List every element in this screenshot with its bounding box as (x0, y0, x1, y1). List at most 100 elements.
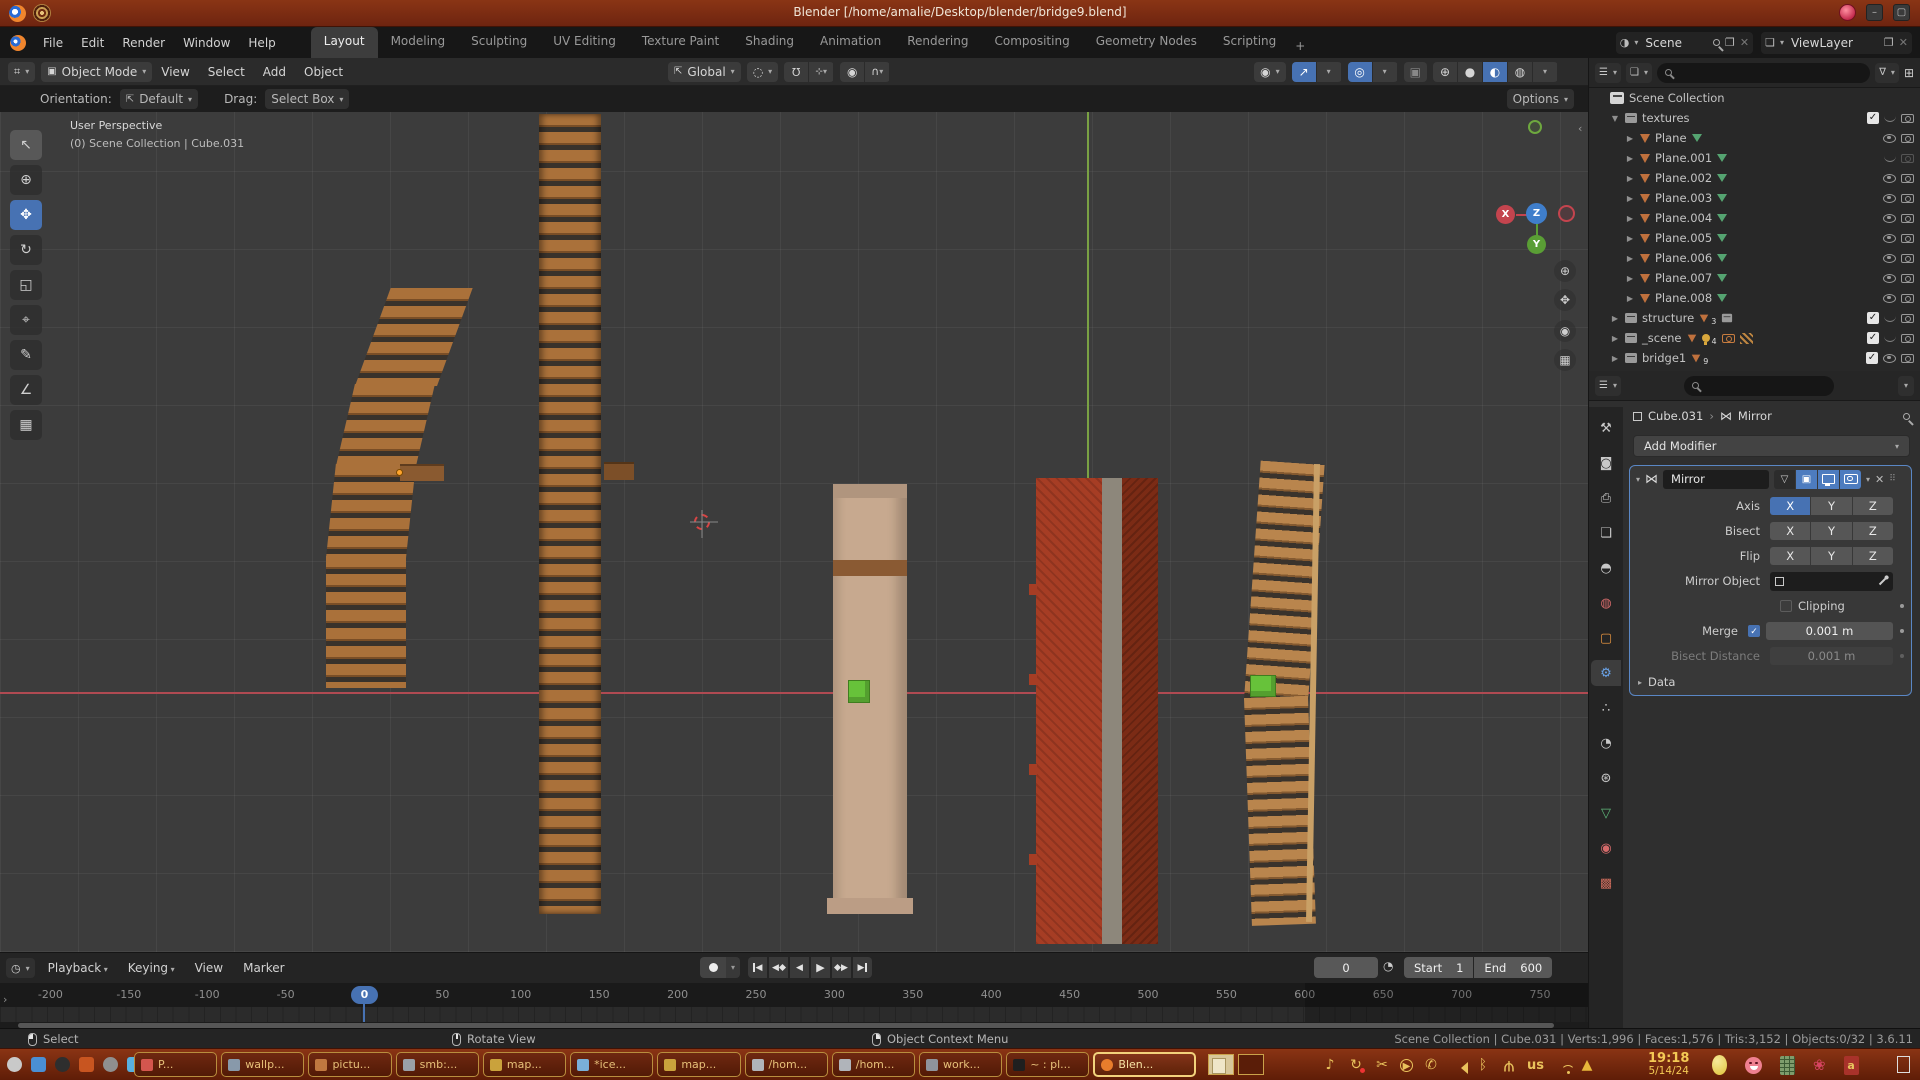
outliner-search-input[interactable] (1657, 63, 1870, 83)
toggle-render[interactable] (1840, 470, 1861, 489)
new-viewlayer-icon[interactable]: ❐ (1884, 36, 1894, 49)
outliner-row-scene-collection[interactable]: Scene Collection (1589, 88, 1920, 108)
options-dropdown[interactable]: Options ▾ (1507, 89, 1574, 109)
flip-z-button[interactable]: Z (1853, 547, 1893, 565)
selected-cube-marker-1[interactable] (848, 680, 870, 703)
shading-wireframe-button[interactable]: ⊕ (1433, 62, 1457, 82)
outliner-scene-dropdown[interactable]: ❏▾ (1626, 63, 1652, 83)
toggle-on-cage[interactable]: ▽ (1774, 470, 1795, 489)
taskbar-window-map[interactable]: map... (657, 1052, 740, 1077)
render-visibility-off-icon[interactable] (1901, 154, 1914, 163)
gizmo-axis-neg-y[interactable] (1528, 120, 1542, 134)
animate-dot[interactable] (1900, 629, 1904, 633)
show-gizmo-toggle[interactable]: ↗ (1292, 62, 1316, 82)
visibility-eye-closed-icon[interactable] (1884, 335, 1896, 342)
viewport-menu-object[interactable]: Object (295, 61, 352, 83)
outliner-filter-dropdown[interactable]: ∇▾ (1875, 63, 1899, 83)
properties-tab-object[interactable]: ▢ (1591, 625, 1621, 651)
render-visibility-icon[interactable] (1901, 254, 1914, 263)
viewlayer-selector[interactable]: ❏ ▾ ViewLayer ❐ ✕ (1761, 32, 1912, 54)
disclosure-right-icon[interactable]: ▶ (1625, 134, 1635, 143)
properties-tab-render[interactable]: ◙ (1591, 450, 1621, 476)
stopwatch-icon[interactable]: ◔ (1383, 959, 1393, 973)
visibility-eye-closed-icon[interactable] (1884, 315, 1896, 322)
xray-toggle[interactable]: ▣ (1404, 62, 1427, 82)
new-collection-button[interactable]: ⊞ (1904, 66, 1914, 80)
orientation-setting-dropdown[interactable]: ⇱ Default ▾ (120, 89, 198, 109)
add-workspace-button[interactable]: + (1289, 32, 1315, 53)
drag-handle-icon[interactable]: ⠿ (1889, 474, 1897, 484)
bisect-x-button[interactable]: X (1770, 522, 1810, 540)
rose-applet-icon[interactable]: ❀ (1813, 1056, 1826, 1074)
axis-y-button[interactable]: Y (1811, 497, 1851, 515)
jump-to-start-button[interactable]: ◀ (748, 957, 767, 978)
prev-keyframe-button[interactable]: ◀ (769, 957, 788, 978)
media-player-tray-icon[interactable]: ▶ (1400, 1059, 1413, 1072)
menu-render[interactable]: Render (113, 32, 174, 54)
render-visibility-icon[interactable] (1901, 234, 1914, 243)
outliner-row-plane-002[interactable]: ▶Plane.002 (1589, 168, 1920, 188)
tab-uv-editing[interactable]: UV Editing (540, 27, 629, 58)
outliner-row-structure[interactable]: ▶structure3✓ (1589, 308, 1920, 328)
modifier-extras-dropdown[interactable]: ▾ (1866, 475, 1870, 484)
visibility-eye-closed-icon[interactable] (1884, 115, 1896, 122)
render-visibility-icon[interactable] (1901, 294, 1914, 303)
tab-modeling[interactable]: Modeling (378, 27, 459, 58)
plank-piece-right[interactable] (604, 462, 634, 480)
show-overlays-toggle[interactable]: ◎ (1348, 62, 1372, 82)
auto-key-dropdown[interactable]: ▾ (726, 957, 740, 978)
render-visibility-icon[interactable] (1901, 314, 1914, 323)
taskbar-window-work[interactable]: work... (919, 1052, 1002, 1077)
tool-cursor[interactable]: ⊕ (10, 165, 42, 195)
data-subpanel-header[interactable]: ▸ Data (1638, 675, 1903, 689)
tab-shading[interactable]: Shading (732, 27, 807, 58)
tool-scale[interactable]: ◱ (10, 270, 42, 300)
phone-tray-icon[interactable]: ✆ (1423, 1057, 1439, 1073)
visibility-eye-icon[interactable] (1883, 274, 1896, 283)
add-modifier-button[interactable]: Add Modifier ▾ (1633, 435, 1910, 457)
tab-rendering[interactable]: Rendering (894, 27, 981, 58)
viewport-menu-select[interactable]: Select (199, 61, 254, 83)
scene-selector[interactable]: ◑ ▾ Scene ❐ ✕ (1616, 32, 1753, 54)
workspace-2[interactable] (1238, 1054, 1264, 1075)
show-desktop-button[interactable] (1897, 1056, 1910, 1073)
properties-tab-constraints[interactable]: ⊛ (1591, 765, 1621, 791)
disclosure-right-icon[interactable]: ▶ (1625, 294, 1635, 303)
outliner-display-mode-dropdown[interactable]: ☰▾ (1595, 63, 1621, 83)
disclosure-right-icon[interactable]: ▶ (1625, 234, 1635, 243)
launcher-app-1-icon[interactable] (4, 1054, 25, 1075)
taskbar-window-map[interactable]: map... (483, 1052, 566, 1077)
tab-layout[interactable]: Layout (311, 27, 378, 58)
transform-orientation-dropdown[interactable]: ⇱ Global ▾ (668, 62, 741, 82)
sidebar-collapse-arrow[interactable]: ‹ (1578, 122, 1582, 135)
tool-transform[interactable]: ⌖ (10, 305, 42, 335)
outliner-row-plane-006[interactable]: ▶Plane.006 (1589, 248, 1920, 268)
disclosure-right-icon[interactable]: ▶ (1610, 354, 1620, 363)
taskbar-window-blen[interactable]: Blen... (1093, 1052, 1196, 1077)
disclosure-right-icon[interactable]: ▶ (1625, 274, 1635, 283)
menu-edit[interactable]: Edit (72, 32, 113, 54)
outliner-row-plane[interactable]: ▶Plane (1589, 128, 1920, 148)
outliner-row-plane-003[interactable]: ▶Plane.003 (1589, 188, 1920, 208)
visibility-dropdown[interactable]: ◉▾ (1254, 62, 1286, 82)
tool-rotate[interactable]: ↻ (10, 235, 42, 265)
visibility-eye-icon[interactable] (1883, 214, 1896, 223)
calculator-applet-icon[interactable] (1780, 1056, 1795, 1075)
exclude-checkbox[interactable]: ✓ (1866, 352, 1878, 364)
menu-help[interactable]: Help (239, 32, 284, 54)
exclude-checkbox[interactable]: ✓ (1867, 312, 1879, 324)
remove-viewlayer-icon[interactable]: ✕ (1899, 36, 1908, 49)
taskbar-window-pl[interactable]: ~ : pl... (1006, 1052, 1089, 1077)
properties-options-dropdown[interactable]: ▾ (1898, 376, 1914, 396)
tool-annotate[interactable]: ✎ (10, 340, 42, 370)
window-maximize-button[interactable]: ▢ (1893, 4, 1910, 21)
editor-type-button[interactable]: ⌗▾ (8, 62, 35, 82)
eyedropper-icon[interactable] (1879, 577, 1887, 585)
taskbar-window-ice[interactable]: *ice... (570, 1052, 653, 1077)
tab-compositing[interactable]: Compositing (981, 27, 1082, 58)
timeline-menu-marker[interactable]: Marker (234, 957, 293, 979)
properties-tab-scene[interactable]: ◓ (1591, 555, 1621, 581)
disclosure-right-icon[interactable]: ▶ (1610, 314, 1620, 323)
render-visibility-icon[interactable] (1901, 174, 1914, 183)
taskbar-window-smb[interactable]: smb:... (396, 1052, 479, 1077)
